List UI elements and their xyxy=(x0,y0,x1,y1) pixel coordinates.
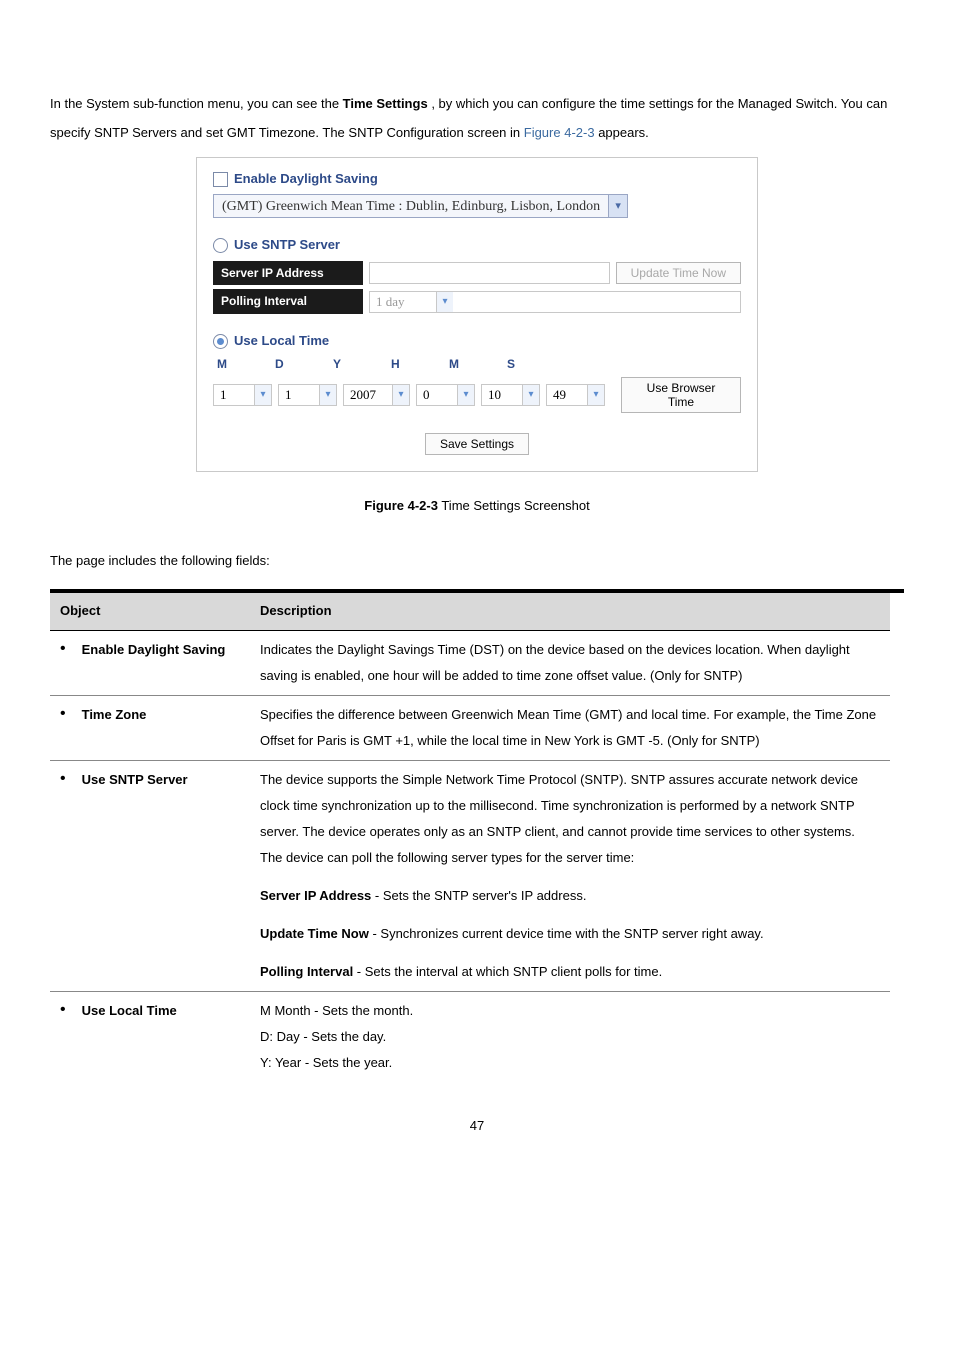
desc-tz: Specifies the difference between Greenwi… xyxy=(250,695,890,760)
year-select[interactable]: 2007▾ xyxy=(343,384,410,406)
use-local-time-radio[interactable]: Use Local Time xyxy=(213,332,741,350)
polling-interval-label: Polling Interval xyxy=(213,289,363,314)
desc-local: M Month - Sets the month. D: Day - Sets … xyxy=(250,991,890,1082)
use-sntp-label: Use SNTP Server xyxy=(234,236,340,254)
obj-tz: Time Zone xyxy=(82,702,147,728)
polling-value: 1 day xyxy=(370,293,436,311)
page-number: 47 xyxy=(50,1112,904,1141)
month-select[interactable]: 1▾ xyxy=(213,384,272,406)
caption-bold: Figure 4-2-3 xyxy=(364,498,438,513)
bullet-icon: • xyxy=(60,767,66,793)
radio-checked-icon[interactable] xyxy=(213,334,228,349)
desc-sntp-sub3: Polling Interval - Sets the interval at … xyxy=(250,953,890,992)
local-line1: M Month - Sets the month. xyxy=(260,998,880,1024)
chevron-down-icon[interactable]: ▾ xyxy=(522,385,539,405)
bullet-icon: • xyxy=(60,998,66,1024)
caption-rest: Time Settings Screenshot xyxy=(438,498,590,513)
table-row: • Enable Daylight Saving Indicates the Da… xyxy=(50,630,890,695)
date-letter-row: M D Y H M S xyxy=(217,356,741,373)
table-row: • Time Zone Specifies the difference betw… xyxy=(50,695,890,760)
day-value: 1 xyxy=(279,386,319,404)
chevron-down-icon[interactable]: ▾ xyxy=(608,195,627,217)
enable-daylight-row[interactable]: Enable Daylight Saving xyxy=(213,170,741,188)
intro-pre: In the System sub-function menu, you can… xyxy=(50,96,343,111)
server-ip-label: Server IP Address xyxy=(213,261,363,286)
use-local-time-label: Use Local Time xyxy=(234,332,329,350)
table-row: • Use Local Time M Month - Sets the month… xyxy=(50,991,890,1082)
use-sntp-radio[interactable]: Use SNTP Server xyxy=(213,236,741,254)
chevron-down-icon[interactable]: ▾ xyxy=(392,385,409,405)
desc-eds: Indicates the Daylight Savings Time (DST… xyxy=(250,630,890,695)
figure-caption: Figure 4-2-3 Time Settings Screenshot xyxy=(50,492,904,521)
day-select[interactable]: 1▾ xyxy=(278,384,337,406)
letter-d: D xyxy=(275,356,293,373)
hour-value: 0 xyxy=(417,386,457,404)
figure-link[interactable]: Figure 4-2-3 xyxy=(524,125,595,140)
sub3-term: Polling Interval xyxy=(260,964,353,979)
second-select[interactable]: 49▾ xyxy=(546,384,605,406)
table-row: Server IP Address - Sets the SNTP server… xyxy=(50,877,890,915)
table-row: Polling Interval - Sets the interval at … xyxy=(50,953,890,992)
polling-interval-select[interactable]: 1 day ▾ xyxy=(369,291,741,313)
intro-bold: Time Settings xyxy=(343,96,428,111)
year-value: 2007 xyxy=(344,386,392,404)
desc-sntp-sub1: Server IP Address - Sets the SNTP server… xyxy=(250,877,890,915)
use-browser-time-button[interactable]: Use Browser Time xyxy=(621,377,741,413)
local-line2: D: Day - Sets the day. xyxy=(260,1024,880,1050)
sub3-desc: - Sets the interval at which SNTP client… xyxy=(353,964,662,979)
time-settings-screenshot: Enable Daylight Saving (GMT) Greenwich M… xyxy=(196,157,758,472)
minute-select[interactable]: 10▾ xyxy=(481,384,540,406)
chevron-down-icon[interactable]: ▾ xyxy=(254,385,271,405)
timezone-value: (GMT) Greenwich Mean Time : Dublin, Edin… xyxy=(214,197,608,217)
minute-value: 10 xyxy=(482,386,522,404)
update-time-now-button[interactable]: Update Time Now xyxy=(616,262,741,284)
letter-h: H xyxy=(391,356,409,373)
bullet-icon: • xyxy=(60,637,66,663)
fields-table: Object Description • Enable Daylight Savi… xyxy=(50,593,890,1082)
radio-unchecked-icon[interactable] xyxy=(213,238,228,253)
letter-m: M xyxy=(217,356,235,373)
timezone-select[interactable]: (GMT) Greenwich Mean Time : Dublin, Edin… xyxy=(213,194,628,218)
desc-sntp: The device supports the Simple Network T… xyxy=(250,760,890,877)
letter-s: S xyxy=(507,356,525,373)
chevron-down-icon[interactable]: ▾ xyxy=(436,292,453,312)
month-value: 1 xyxy=(214,386,254,404)
sub2-term: Update Time Now xyxy=(260,926,369,941)
local-line3: Y: Year - Sets the year. xyxy=(260,1050,880,1076)
table-row: • Use SNTP Server The device supports the… xyxy=(50,760,890,877)
hour-select[interactable]: 0▾ xyxy=(416,384,475,406)
desc-sntp-sub2: Update Time Now - Synchronizes current d… xyxy=(250,915,890,953)
checkbox-icon[interactable] xyxy=(213,172,228,187)
chevron-down-icon[interactable]: ▾ xyxy=(587,385,604,405)
obj-local: Use Local Time xyxy=(82,998,177,1024)
table-row: Update Time Now - Synchronizes current d… xyxy=(50,915,890,953)
obj-sntp: Use SNTP Server xyxy=(82,767,188,793)
intro-post: appears. xyxy=(598,125,649,140)
col-object: Object xyxy=(50,593,250,630)
fields-intro: The page includes the following fields: xyxy=(50,547,904,576)
save-settings-button[interactable]: Save Settings xyxy=(425,433,529,455)
enable-daylight-label: Enable Daylight Saving xyxy=(234,170,378,188)
intro-paragraph: In the System sub-function menu, you can… xyxy=(50,90,904,147)
sub1-term: Server IP Address xyxy=(260,888,371,903)
letter-y: Y xyxy=(333,356,351,373)
obj-eds: Enable Daylight Saving xyxy=(82,637,226,663)
bullet-icon: • xyxy=(60,702,66,728)
col-description: Description xyxy=(250,593,890,630)
letter-m2: M xyxy=(449,356,467,373)
server-ip-input[interactable] xyxy=(369,262,610,284)
sub1-desc: - Sets the SNTP server's IP address. xyxy=(371,888,586,903)
second-value: 49 xyxy=(547,386,587,404)
sub2-desc: - Synchronizes current device time with … xyxy=(369,926,764,941)
chevron-down-icon[interactable]: ▾ xyxy=(457,385,474,405)
chevron-down-icon[interactable]: ▾ xyxy=(319,385,336,405)
